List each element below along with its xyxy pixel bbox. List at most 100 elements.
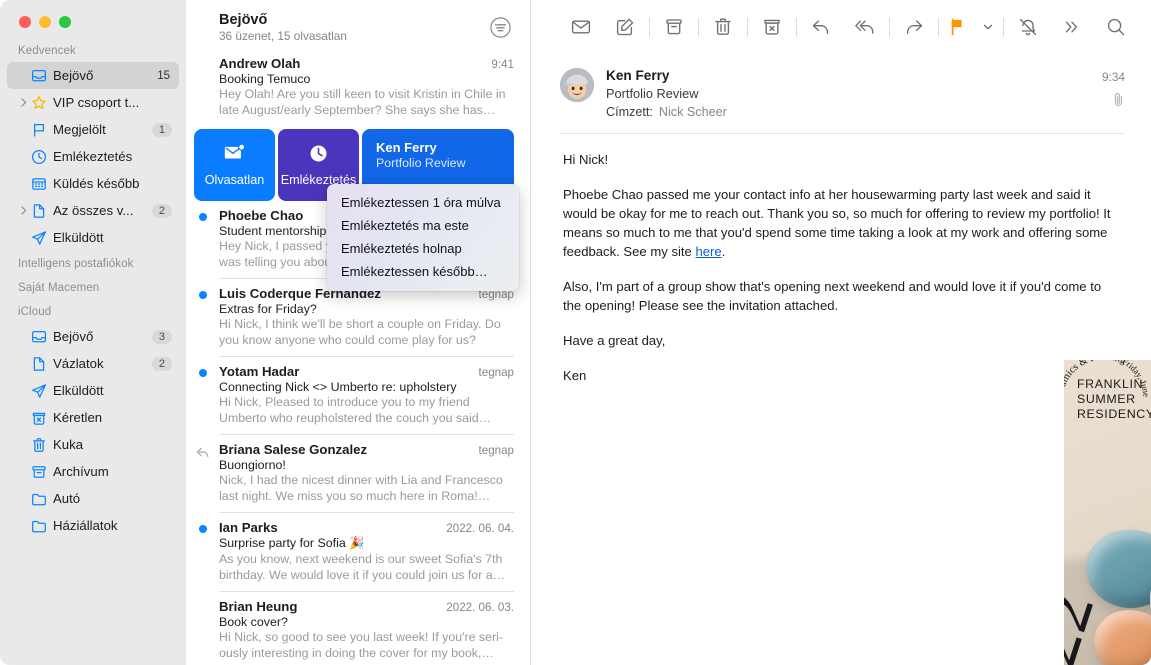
body-signature: Ken <box>563 368 587 383</box>
toolbar-separator <box>747 17 748 37</box>
message-list-item[interactable]: Andrew Olah 9:41 Booking Temuco Hey Olah! A… <box>186 49 530 126</box>
sidebar-section-header: iCloud <box>18 306 52 318</box>
minimize-button[interactable] <box>39 16 51 28</box>
chevron-right-icon[interactable] <box>18 97 30 108</box>
avatar <box>560 68 594 102</box>
reminder-menu-item[interactable]: Emlékeztessen később… <box>327 260 519 283</box>
message-sender: Ian Parks <box>219 520 278 535</box>
mute-icon[interactable] <box>1006 10 1050 44</box>
body-p1-tail: . <box>721 244 726 259</box>
message-subject: Portfolio Review <box>606 86 699 101</box>
sidebar-item-h-zi-llatok[interactable]: Háziállatok <box>7 512 179 539</box>
sidebar-item-az-sszes-v[interactable]: Az összes v... 2 <box>7 197 179 224</box>
calendar-icon <box>31 176 53 192</box>
message-list[interactable]: Bejövő 36 üzenet, 15 olvasatlan Andrew O… <box>186 0 531 665</box>
sidebar-item-k-ld-s-k-s-bb[interactable]: Küldés később <box>7 170 179 197</box>
body-paragraph-1: Phoebe Chao passed me your contact info … <box>563 185 1119 261</box>
more-chevrons-icon[interactable] <box>1050 10 1094 44</box>
sidebar-item-label: Háziállatok <box>53 518 118 533</box>
sidebar-item-v-zlatok[interactable]: Vázlatok 2 <box>7 350 179 377</box>
message-date: tegnap <box>478 366 514 379</box>
sidebar-item-eml-keztet-s[interactable]: Emlékeztetés <box>7 143 179 170</box>
sidebar-item-count: 3 <box>151 329 172 344</box>
chevron-right-icon[interactable] <box>18 205 30 216</box>
message-list-item[interactable]: Yotam Hadar tegnap Connecting Nick <> Umbe… <box>186 357 530 434</box>
sender-name: Ken Ferry <box>606 68 670 83</box>
folder-icon <box>31 491 53 507</box>
sidebar-item-aut[interactable]: Autó <box>7 485 179 512</box>
toolbar-separator <box>796 17 797 37</box>
toolbar-separator <box>889 17 890 37</box>
message-subject: Connecting Nick <> Umberto re: upholster… <box>219 380 457 394</box>
unread-indicator <box>199 213 207 221</box>
site-link[interactable]: here <box>695 244 721 259</box>
sidebar-item-k-retlen[interactable]: Kéretlen <box>7 404 179 431</box>
zoom-button[interactable] <box>59 16 71 28</box>
flag-icon[interactable] <box>941 10 975 44</box>
reminder-menu-item[interactable]: Emlékeztetés holnap <box>327 237 519 260</box>
sidebar-item-label: VIP csoport t... <box>53 95 140 110</box>
close-button[interactable] <box>19 16 31 28</box>
message-list-item[interactable]: Briana Salese Gonzalez tegnap Buongiorno! N… <box>186 435 530 512</box>
toolbar-separator <box>938 17 939 37</box>
compose-icon[interactable] <box>603 10 647 44</box>
message-subject: Book cover? <box>219 615 288 629</box>
message-list-item[interactable]: Brian Heung 2022. 06. 03. Book cover? Hi Ni… <box>186 592 530 665</box>
message-meta: 9:34 <box>1102 70 1125 112</box>
junk-icon[interactable] <box>750 10 794 44</box>
attachment-poster[interactable]: FRANKLIN SUMMER RESIDENCY Ceramics & Pai… <box>1064 360 1151 665</box>
sidebar-item-label: Archívum <box>53 464 109 479</box>
sidebar-item-elk-ld-tt[interactable]: Elküldött <box>7 377 179 404</box>
message-preview: Nick, I had the nicest dinner with Lia a… <box>219 473 503 503</box>
sidebar-item-label: Elküldött <box>53 383 104 398</box>
document-icon <box>31 356 53 372</box>
reminder-popup-menu[interactable]: Emlékeztessen 1 óra múlva Emlékeztetés ma… <box>327 184 519 291</box>
sidebar-item-count: 1 <box>151 122 172 137</box>
message-list-item[interactable]: Ian Parks 2022. 06. 04. Surprise party for… <box>186 513 530 591</box>
archive-icon <box>31 464 53 480</box>
swipe-unread-label: Olvasatlan <box>204 173 265 187</box>
message-top-row: Brian Heung 2022. 06. 03. <box>219 599 514 614</box>
star-icon <box>31 95 53 111</box>
sidebar-item-elk-ld-tt[interactable]: Elküldött <box>7 224 179 251</box>
unread-indicator <box>199 369 207 377</box>
forward-icon[interactable] <box>892 10 936 44</box>
recipient-value[interactable]: Nick Scheer <box>659 105 727 119</box>
message-body: Hi Nick! Phoebe Chao passed me your cont… <box>531 134 1151 385</box>
message-list-header: Bejövő 36 üzenet, 15 olvasatlan <box>186 0 530 49</box>
message-subject: Surprise party for Sofia 🎉 <box>219 536 365 550</box>
chevron-down-icon[interactable] <box>975 10 1001 44</box>
message-date: 9:41 <box>491 58 514 71</box>
message-top-row: Ian Parks 2022. 06. 04. <box>219 520 514 535</box>
message-date: tegnap <box>478 444 514 457</box>
filter-icon[interactable] <box>489 16 512 39</box>
reminder-menu-item[interactable]: Emlékeztetés ma este <box>327 214 519 237</box>
message-date: 2022. 06. 04. <box>446 522 514 535</box>
sidebar-item-label: Kuka <box>53 437 84 452</box>
search-icon[interactable] <box>1094 10 1138 44</box>
message-date: 2022. 06. 03. <box>446 601 514 614</box>
sidebar-item-vip-csoport-t[interactable]: VIP csoport t... <box>7 89 179 116</box>
paperclip-icon[interactable] <box>1102 92 1125 112</box>
reminder-menu-item[interactable]: Emlékeztessen 1 óra múlva <box>327 191 519 214</box>
sidebar-item-arch-vum[interactable]: Archívum <box>7 458 179 485</box>
message-sender: Brian Heung <box>219 599 298 614</box>
reply-all-icon[interactable] <box>843 10 887 44</box>
toolbar-separator <box>649 17 650 37</box>
sidebar-item-bej-v[interactable]: Bejövő 15 <box>7 62 179 89</box>
unread-indicator <box>199 291 207 299</box>
body-paragraph-2: Also, I'm part of a group show that's op… <box>563 279 1102 313</box>
sidebar-item-bej-v[interactable]: Bejövő 3 <box>7 323 179 350</box>
reply-icon[interactable] <box>799 10 843 44</box>
mailbox-title: Bejövő <box>219 12 268 28</box>
message-sender: Yotam Hadar <box>219 364 300 379</box>
trash-icon[interactable] <box>701 10 745 44</box>
poster-arc-right: Friday, June <box>1121 360 1151 397</box>
sidebar-item-label: Emlékeztetés <box>53 149 133 164</box>
message-subject: Booking Temuco <box>219 72 311 86</box>
mark-unread-icon[interactable] <box>559 10 603 44</box>
sidebar-item-megjel-lt[interactable]: Megjelölt 1 <box>7 116 179 143</box>
sidebar-item-kuka[interactable]: Kuka <box>7 431 179 458</box>
archive-icon[interactable] <box>652 10 696 44</box>
swipe-action-unread[interactable]: Olvasatlan <box>194 129 275 201</box>
